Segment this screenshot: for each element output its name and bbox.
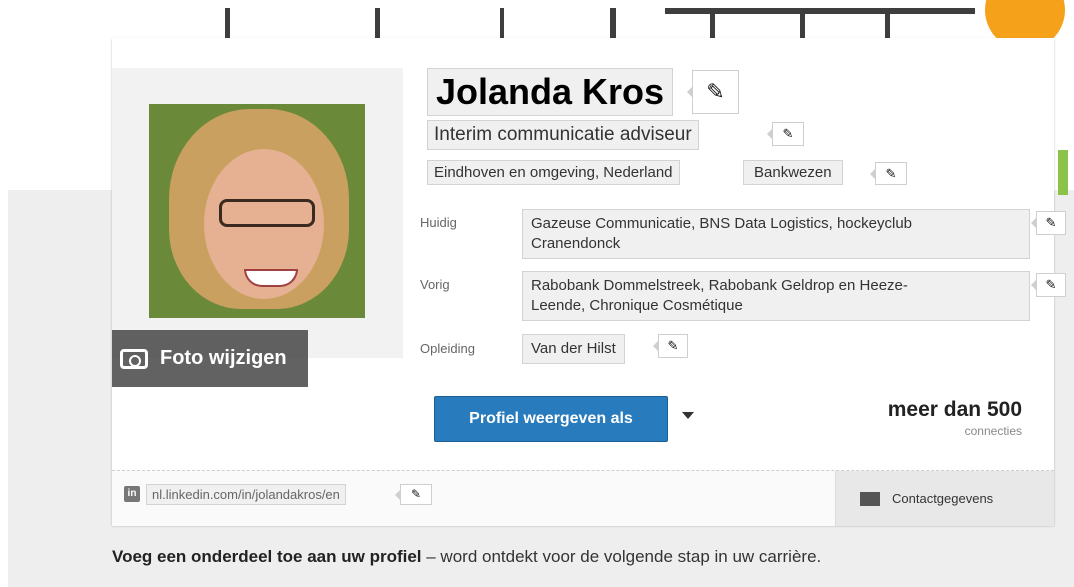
- public-profile-url[interactable]: nl.linkedin.com/in/jolandakros/en: [146, 484, 346, 505]
- previous-label: Vorig: [420, 277, 450, 292]
- photo-glasses: [219, 199, 315, 227]
- add-section-description: – word ontdekt voor de volgende stap in …: [421, 547, 822, 566]
- education-label: Opleiding: [420, 341, 475, 356]
- profile-photo-area: Foto wijzigen: [112, 68, 403, 387]
- pencil-icon[interactable]: ✎: [395, 484, 432, 505]
- current-label: Huidig: [420, 215, 457, 230]
- contact-info-label: Contactgegevens: [892, 491, 994, 506]
- pencil-icon[interactable]: ✎: [870, 162, 907, 185]
- connections-count: meer dan 500: [887, 398, 1022, 421]
- contact-card-icon: [860, 491, 880, 506]
- profile-card: Foto wijzigen Jolanda Kros ✎ Interim com…: [112, 38, 1066, 526]
- change-photo-button[interactable]: Foto wijzigen: [112, 330, 308, 387]
- add-section-link[interactable]: Voeg een onderdeel toe aan uw profiel: [112, 547, 422, 566]
- view-profile-as-button[interactable]: Profiel weergeven als: [434, 396, 668, 442]
- profile-headline[interactable]: Interim communicatie adviseur: [427, 120, 699, 150]
- profile-name[interactable]: Jolanda Kros: [427, 68, 674, 116]
- add-section-prompt: Voeg een onderdeel toe aan uw profiel – …: [112, 547, 821, 567]
- profile-footer: in nl.linkedin.com/in/jolandakros/en ✎ C…: [112, 470, 1054, 526]
- linkedin-icon: in: [124, 486, 140, 502]
- current-positions[interactable]: Gazeuse Communicatie, BNS Data Logistics…: [522, 209, 1030, 259]
- change-photo-label: Foto wijzigen: [160, 347, 287, 369]
- profile-location[interactable]: Eindhoven en omgeving, Nederland: [427, 160, 680, 185]
- contact-info-button[interactable]: Contactgegevens: [835, 471, 1054, 526]
- background-accent: [1058, 150, 1068, 195]
- previous-positions[interactable]: Rabobank Dommelstreek, Rabobank Geldrop …: [522, 271, 1030, 321]
- current-positions-line: Gazeuse Communicatie, BNS Data Logistics…: [531, 215, 913, 232]
- pencil-icon[interactable]: ✎: [1031, 273, 1066, 297]
- profile-photo[interactable]: [149, 104, 365, 318]
- connections-label: connecties: [964, 424, 1022, 438]
- profile-industry[interactable]: Bankwezen: [743, 160, 843, 185]
- education-value[interactable]: Van der Hilst: [522, 334, 625, 364]
- pencil-icon[interactable]: ✎: [767, 122, 804, 146]
- previous-positions-line: Leende, Chronique Cosmétique: [531, 297, 743, 314]
- pencil-icon[interactable]: ✎: [653, 334, 688, 358]
- caret-down-icon[interactable]: [682, 412, 694, 419]
- pencil-icon[interactable]: ✎: [687, 70, 739, 114]
- previous-positions-line: Rabobank Dommelstreek, Rabobank Geldrop …: [531, 277, 908, 294]
- pencil-icon[interactable]: ✎: [1031, 211, 1066, 235]
- camera-icon: [120, 348, 148, 369]
- current-positions-line: Cranendonck: [531, 235, 621, 252]
